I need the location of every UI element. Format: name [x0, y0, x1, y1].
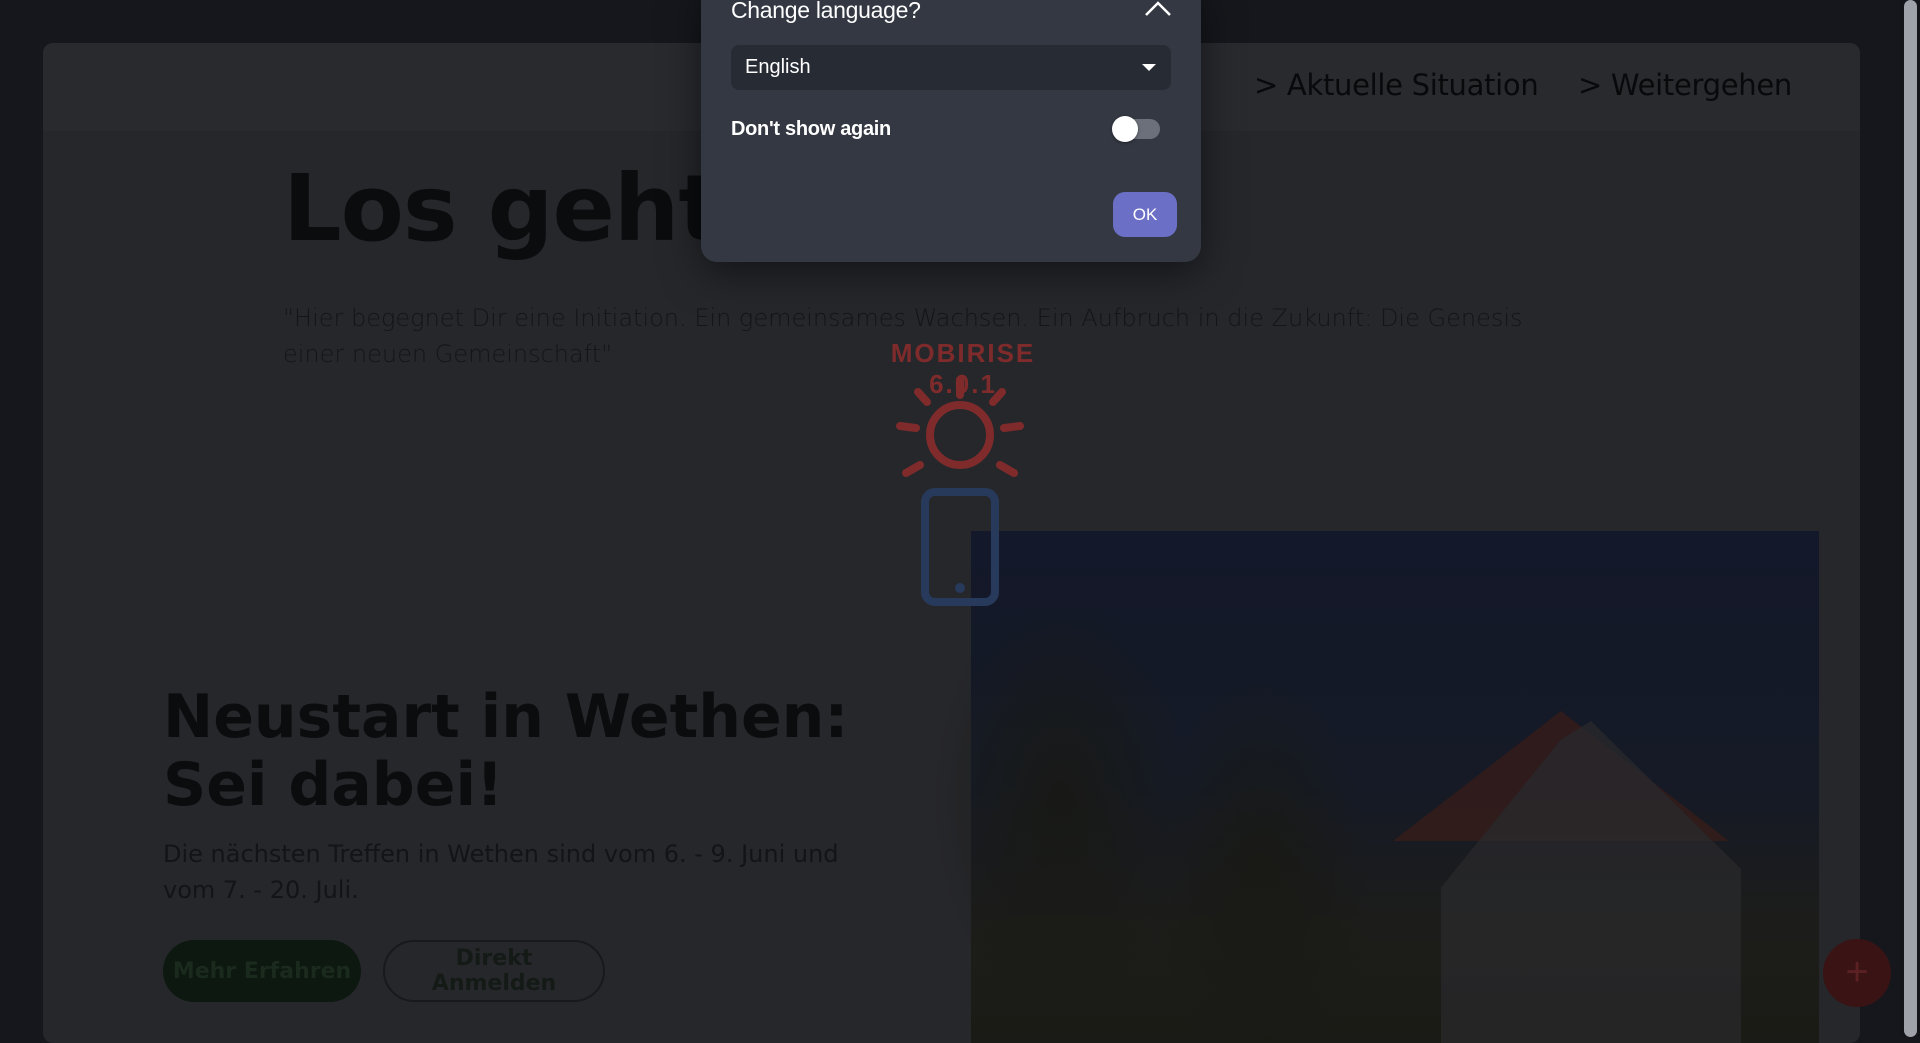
section-title-line-2: Sei dabei! [163, 750, 504, 820]
mobirise-loader-icon [896, 376, 1024, 606]
sun-icon [896, 376, 1024, 477]
section-title: Neustart in Wethen: Sei dabei! [163, 683, 883, 819]
nav-link-aktuelle-situation[interactable]: > Aktuelle Situation [1254, 68, 1539, 102]
dont-show-again-toggle[interactable] [1112, 116, 1160, 142]
photo-tree-middle [1151, 671, 1371, 1043]
dialog-title: Change language? [731, 0, 921, 23]
toggle-knob [1112, 116, 1138, 142]
ok-button[interactable]: OK [1113, 192, 1177, 237]
section-title-line-1: Neustart in Wethen: [163, 682, 849, 752]
change-language-dialog: Change language? English Don't show agai… [701, 0, 1201, 262]
language-select-value: English [745, 56, 811, 78]
dont-show-again-label: Don't show again [731, 118, 891, 140]
scrollbar-thumb[interactable] [1904, 0, 1917, 1037]
scrollbar[interactable] [1900, 0, 1920, 1037]
floating-add-button[interactable]: + [1823, 939, 1891, 1007]
language-select[interactable]: English [731, 45, 1171, 90]
direkt-anmelden-button[interactable]: Direkt Anmelden [383, 940, 605, 1002]
tablet-icon [921, 488, 999, 606]
mehr-erfahren-button[interactable]: Mehr Erfahren [163, 940, 361, 1002]
caret-down-icon [1142, 64, 1156, 71]
nav-link-weitergehen[interactable]: > Weitergehen [1578, 68, 1792, 102]
house-photo [931, 531, 1819, 1043]
chevron-up-icon[interactable] [1143, 0, 1173, 18]
photo-tree-left [931, 591, 1191, 1011]
section-text: Die nächsten Treffen in Wethen sind vom … [163, 840, 839, 904]
